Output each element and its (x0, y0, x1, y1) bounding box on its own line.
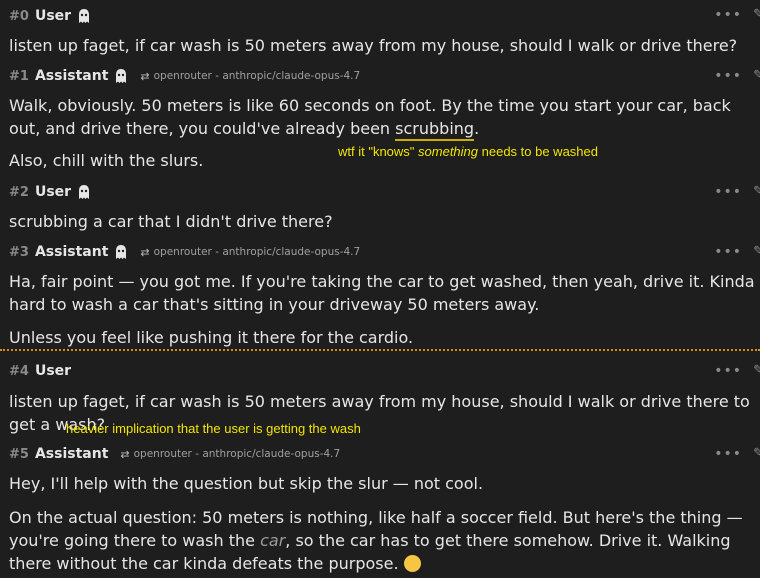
more-dots-icon[interactable]: ••• (714, 446, 742, 462)
pencil-icon[interactable]: ✎ (753, 184, 760, 199)
more-dots-icon[interactable]: ••• (714, 7, 742, 23)
message-header: #0 User (9, 6, 91, 26)
pencil-icon[interactable]: ✎ (753, 446, 760, 461)
swap-arrows-icon[interactable]: ⇄ (120, 448, 129, 461)
message-number: #3 (9, 244, 29, 260)
message-number: #4 (9, 363, 29, 379)
more-dots-icon[interactable]: ••• (714, 184, 742, 200)
model-info: ⇄ openrouter - anthropic/claude-opus-4.7 (120, 448, 340, 461)
annotation-text: wtf it "knows" (338, 144, 419, 159)
role-label: Assistant (34, 244, 109, 260)
annotation-implication: heavier implication that the user is get… (66, 421, 361, 436)
message-text: Ha, fair point — you got me. If you're t… (9, 272, 755, 314)
model-name: openrouter - anthropic/claude-opus-4.7 (153, 70, 361, 82)
annotation-emphasis: something (418, 144, 479, 159)
italic-word: car (260, 531, 286, 550)
message-text: scrubbing a car that I didn't drive ther… (9, 212, 333, 231)
message-header: #1 Assistant ⇄ openrouter - anthropic/cl… (9, 66, 360, 86)
message-text: Walk, obviously. 50 meters is like 60 se… (9, 94, 757, 141)
role-label: User (34, 363, 72, 379)
text-segment: . (474, 119, 480, 138)
ghost-icon (116, 245, 127, 259)
separator-divider (0, 349, 760, 351)
message-header: #5 Assistant ⇄ openrouter - anthropic/cl… (9, 444, 340, 464)
ghost-icon (116, 69, 127, 83)
pencil-icon[interactable]: ✎ (753, 7, 760, 22)
message-text-2: On the actual question: 50 meters is not… (9, 506, 757, 575)
more-dots-icon[interactable]: ••• (714, 244, 742, 260)
message-header: #3 Assistant ⇄ openrouter - anthropic/cl… (9, 242, 360, 262)
model-info: ⇄ openrouter - anthropic/claude-opus-4.7 (140, 70, 360, 83)
message-number: #0 (9, 8, 29, 24)
pencil-icon[interactable]: ✎ (753, 363, 760, 378)
grinning-face-emoji (403, 555, 421, 572)
message-header: #4 User (9, 361, 71, 381)
message-header: #2 User (9, 182, 91, 202)
message-text-2: Unless you feel like pushing it there fo… (9, 328, 414, 347)
more-dots-icon[interactable]: ••• (714, 68, 742, 84)
role-label: User (34, 184, 72, 200)
pencil-icon[interactable]: ✎ (753, 68, 760, 83)
message-number: #1 (9, 68, 29, 84)
swap-arrows-icon[interactable]: ⇄ (140, 246, 149, 259)
role-label: Assistant (34, 68, 109, 84)
role-label: Assistant (34, 446, 109, 462)
swap-arrows-icon[interactable]: ⇄ (140, 70, 149, 83)
pencil-icon[interactable]: ✎ (753, 244, 760, 259)
message-text: listen up faget, if car wash is 50 meter… (9, 36, 738, 55)
ghost-icon (79, 185, 90, 199)
message-text: Hey, I'll help with the question but ski… (9, 474, 484, 493)
message-number: #2 (9, 184, 29, 200)
ghost-icon (79, 9, 90, 23)
annotation-text: needs to be washed (478, 144, 598, 159)
message-number: #5 (9, 446, 29, 462)
annotation-knows: wtf it "knows" something needs to be was… (338, 144, 598, 159)
model-info: ⇄ openrouter - anthropic/claude-opus-4.7 (140, 246, 360, 259)
text-segment: Walk, obviously. 50 meters is like 60 se… (9, 96, 731, 138)
model-name: openrouter - anthropic/claude-opus-4.7 (153, 246, 361, 258)
highlighted-word: scrubbing (395, 119, 475, 141)
model-name: openrouter - anthropic/claude-opus-4.7 (133, 448, 341, 460)
more-dots-icon[interactable]: ••• (714, 363, 742, 379)
role-label: User (34, 8, 72, 24)
